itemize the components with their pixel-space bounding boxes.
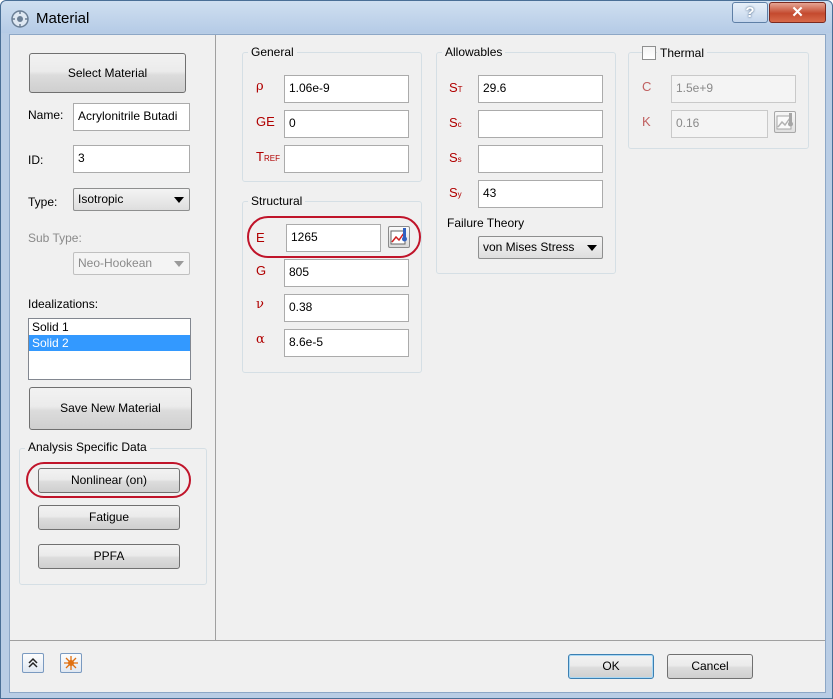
burst-icon: [64, 656, 78, 670]
list-item-solid-2[interactable]: Solid 2: [29, 335, 190, 351]
title-bar[interactable]: Material ? ✕: [1, 1, 832, 33]
window-title: Material: [36, 10, 90, 27]
e-highlight-circle: [247, 216, 421, 258]
k-field[interactable]: 0.16: [671, 110, 768, 138]
list-item-solid-1[interactable]: Solid 1: [29, 319, 190, 335]
ge-field[interactable]: 0: [284, 110, 409, 138]
horizontal-divider: [10, 640, 825, 641]
ss-subscript: s: [457, 155, 462, 164]
st-letter: S: [449, 80, 458, 95]
temperature-chart-icon: [776, 113, 793, 130]
name-label: Name:: [28, 108, 64, 122]
select-material-button[interactable]: Select Material: [29, 53, 186, 93]
chevron-down-icon: [587, 245, 597, 251]
tref-symbol: TREF: [256, 149, 280, 164]
subtype-select[interactable]: Neo-Hookean: [73, 252, 190, 275]
tref-subscript: REF: [263, 154, 280, 163]
id-field[interactable]: 3: [73, 145, 190, 173]
st-symbol: ST: [449, 80, 463, 95]
thermal-checkbox[interactable]: [642, 46, 656, 60]
sy-symbol: Sy: [449, 185, 462, 200]
sy-letter: S: [449, 185, 458, 200]
tref-letter: T: [256, 149, 264, 164]
thermal-title: Thermal: [657, 46, 708, 60]
dialog-body: Select Material Name: Acrylonitrile Buta…: [9, 34, 826, 693]
rho-symbol: ρ: [256, 79, 264, 94]
chevron-down-icon: [174, 197, 184, 203]
nu-symbol: ν: [256, 297, 264, 312]
app-icon: [11, 10, 29, 28]
rho-field[interactable]: 1.06e-9: [284, 75, 409, 103]
material-dialog: Material ? ✕ Select Material Name: Acryl…: [0, 0, 833, 699]
nonlinear-highlight-circle: [26, 462, 191, 498]
analysis-specific-title: Analysis Specific Data: [25, 440, 150, 454]
ss-letter: S: [449, 150, 458, 165]
chevron-down-icon: [174, 261, 184, 267]
reset-button[interactable]: [60, 653, 82, 673]
double-chevron-up-icon: [28, 657, 38, 668]
g-symbol: G: [256, 263, 267, 278]
collapse-button[interactable]: [22, 653, 44, 673]
tref-field[interactable]: [284, 145, 409, 173]
name-field[interactable]: Acrylonitrile Butadi: [73, 103, 190, 131]
failure-theory-label: Failure Theory: [447, 216, 525, 230]
cancel-button[interactable]: Cancel: [667, 654, 753, 679]
idealizations-label: Idealizations:: [28, 297, 99, 311]
allowables-title: Allowables: [442, 45, 506, 59]
sc-subscript: c: [457, 120, 462, 129]
help-button[interactable]: ?: [732, 2, 768, 23]
sc-symbol: Sc: [449, 115, 462, 130]
alpha-field[interactable]: 8.6e-5: [284, 329, 409, 357]
st-subscript: T: [457, 85, 463, 94]
type-select[interactable]: Isotropic: [73, 188, 190, 211]
id-label: ID:: [28, 153, 44, 167]
sc-letter: S: [449, 115, 458, 130]
k-temperature-chart-button[interactable]: [774, 111, 796, 133]
alpha-symbol: α: [256, 332, 265, 347]
c-field[interactable]: 1.5e+9: [671, 75, 796, 103]
close-button[interactable]: ✕: [769, 2, 826, 23]
ppfa-button[interactable]: PPFA: [38, 544, 180, 569]
failure-theory-value: von Mises Stress: [483, 240, 575, 254]
save-new-material-button[interactable]: Save New Material: [29, 387, 192, 430]
ge-symbol: GE: [256, 114, 275, 129]
c-symbol: C: [642, 79, 652, 94]
type-label: Type:: [28, 195, 58, 209]
sy-field[interactable]: 43: [478, 180, 603, 208]
ss-symbol: Ss: [449, 150, 462, 165]
subtype-select-value: Neo-Hookean: [78, 256, 153, 270]
failure-theory-select[interactable]: von Mises Stress: [478, 236, 603, 259]
structural-title: Structural: [248, 194, 306, 208]
ss-field[interactable]: [478, 145, 603, 173]
idealizations-list[interactable]: Solid 1 Solid 2: [28, 318, 191, 380]
fatigue-button[interactable]: Fatigue: [38, 505, 180, 530]
vertical-divider: [215, 35, 216, 640]
sc-field[interactable]: [478, 110, 603, 138]
sy-subscript: y: [457, 190, 462, 199]
nu-field[interactable]: 0.38: [284, 294, 409, 322]
st-field[interactable]: 29.6: [478, 75, 603, 103]
g-field[interactable]: 805: [284, 259, 409, 287]
k-symbol: K: [642, 114, 651, 129]
ok-button[interactable]: OK: [568, 654, 654, 679]
type-select-value: Isotropic: [78, 192, 124, 206]
subtype-label: Sub Type:: [28, 231, 82, 245]
general-title: General: [248, 45, 297, 59]
